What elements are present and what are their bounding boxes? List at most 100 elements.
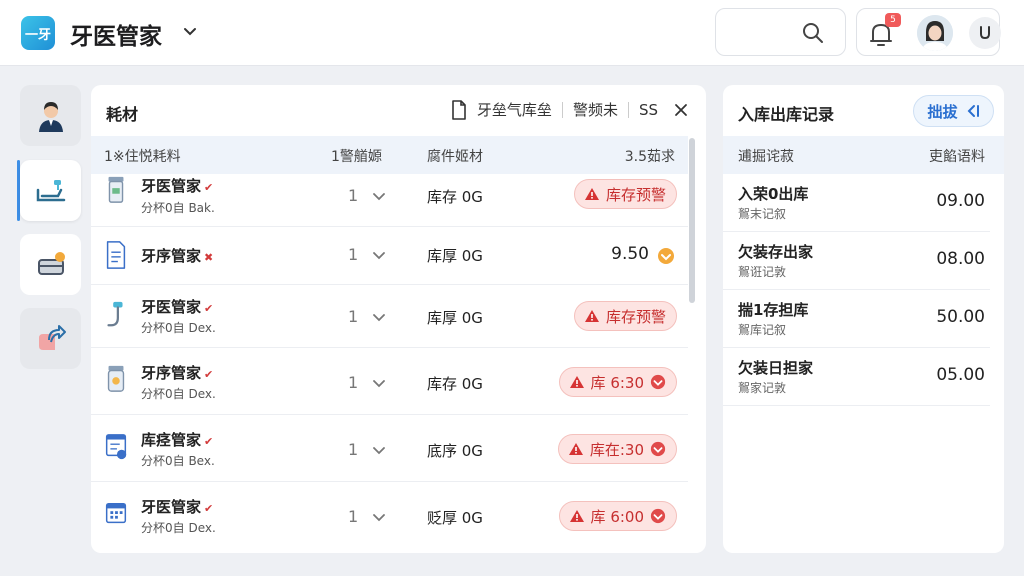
item-name: 牙医管家 ✔ bbox=[141, 496, 213, 517]
search-icon bbox=[803, 23, 823, 43]
chevron-down-icon[interactable] bbox=[372, 248, 386, 262]
status-text: 库存预警 bbox=[605, 185, 666, 204]
item-qty: 1 bbox=[348, 186, 359, 205]
chevron-down-icon[interactable] bbox=[372, 310, 386, 324]
patient-icon bbox=[38, 101, 63, 132]
table-header: 1※住悦耗料 1警艏嫄 腐件姬材 3.5茹求 bbox=[91, 136, 688, 174]
table-row[interactable]: 库痉管家 ✔ 分杯0自 Bex. 1 底序 0G 库在:30 bbox=[91, 415, 688, 482]
document-icon[interactable] bbox=[451, 99, 467, 120]
user-avatar[interactable] bbox=[917, 15, 953, 51]
consumables-panel: 耗材 牙垒气库垒 警频未 SS 1※住悦耗料 1警艏嫄 腐件姬材 3.5茹求 牙… bbox=[91, 85, 706, 553]
item-sub: 分杯0自 Dex. bbox=[141, 387, 216, 401]
nav-dental-chair[interactable] bbox=[20, 160, 81, 221]
column-header[interactable]: 1※住悦耗料 bbox=[104, 146, 181, 166]
item-sub: 分杯0自 Bak. bbox=[141, 201, 215, 215]
dental-chair-icon bbox=[36, 179, 65, 201]
warning-icon bbox=[568, 443, 583, 455]
avatar-image bbox=[917, 15, 953, 51]
checkmark-icon: ✔ bbox=[204, 302, 214, 315]
status-text: 库在:30 bbox=[589, 440, 644, 459]
column-header[interactable]: 1警艏嫄 bbox=[331, 146, 382, 166]
chevron-down-icon[interactable] bbox=[372, 443, 386, 457]
app-logo: 一牙 bbox=[21, 16, 55, 50]
record-sub: 鴽末记叙 bbox=[738, 207, 787, 221]
item-name-text: 牙医管家 bbox=[141, 498, 202, 516]
record-value: 50.00 bbox=[936, 307, 985, 327]
record-value: 09.00 bbox=[936, 191, 985, 211]
record-title: 欠装存出家 bbox=[738, 243, 814, 261]
column-header[interactable]: 腐件姬材 bbox=[427, 146, 483, 166]
close-icon[interactable] bbox=[674, 103, 688, 117]
item-name: 牙序管家 ✖ bbox=[141, 245, 213, 266]
item-stock: 库存 0G bbox=[427, 375, 483, 393]
item-name-text: 牙医管家 bbox=[141, 177, 202, 195]
user-menu-button[interactable] bbox=[969, 17, 1001, 49]
scrollbar[interactable] bbox=[689, 138, 695, 303]
status-badge[interactable]: 库在:30 bbox=[557, 434, 677, 464]
nav-patients[interactable] bbox=[20, 85, 81, 146]
item-qty: 1 bbox=[348, 507, 359, 526]
checkmark-icon: ✔ bbox=[204, 435, 214, 448]
item-name-text: 库痉管家 bbox=[141, 431, 202, 449]
record-row[interactable]: 欠装存出家 鴽诳记敦 08.00 bbox=[723, 232, 990, 290]
checkmark-icon: ✔ bbox=[204, 368, 214, 381]
toolbar-item-2[interactable]: 警频未 bbox=[573, 99, 618, 120]
status-badge[interactable]: 库存预警 bbox=[573, 301, 677, 331]
nav-transfer[interactable] bbox=[20, 308, 81, 369]
checkmark-icon: ✔ bbox=[204, 502, 214, 515]
record-sub: 鴽家记敦 bbox=[738, 381, 787, 395]
status-badge[interactable]: 库存预警 bbox=[573, 179, 677, 209]
table-row[interactable]: 牙序管家 ✔ 分杯0自 Dex. 1 库存 0G 库 6:30 bbox=[91, 348, 688, 415]
records-list: 入荣0出库 鴽末记叙 09.00 欠装存出家 鴽诳记敦 08.00 揣1存担库 … bbox=[723, 174, 1004, 406]
heart-badge-icon bbox=[658, 248, 674, 264]
user-icon bbox=[980, 26, 990, 40]
collapse-icon bbox=[967, 105, 979, 117]
chevron-down-icon[interactable] bbox=[372, 189, 386, 203]
records-panel: 入库出库记录 拙拔 逋掘诧菽 吏餡语料 入荣0出库 鴽末记叙 09.00 欠装存… bbox=[723, 85, 1004, 553]
item-sub: 分杯0自 Bex. bbox=[141, 454, 215, 468]
records-action-label: 拙拔 bbox=[927, 102, 958, 121]
record-title: 揣1存担库 bbox=[738, 301, 809, 319]
column-header[interactable]: 吏餡语料 bbox=[929, 146, 985, 166]
item-name: 牙医管家 ✔ bbox=[141, 296, 213, 317]
record-row[interactable]: 欠装日担家 鴽家记敦 05.00 bbox=[723, 348, 990, 406]
item-qty: 1 bbox=[348, 245, 359, 264]
item-stock: 库厚 0G bbox=[427, 309, 483, 327]
column-header[interactable]: 逋掘诧菽 bbox=[738, 146, 794, 166]
item-sub: 分杯0自 Dex. bbox=[141, 521, 216, 535]
warning-icon bbox=[584, 188, 599, 200]
records-action-button[interactable]: 拙拔 bbox=[913, 95, 994, 127]
status-badge[interactable]: 库 6:00 bbox=[558, 501, 677, 531]
record-row[interactable]: 揣1存担库 鴽库记叙 50.00 bbox=[723, 290, 990, 348]
chevron-down-icon[interactable] bbox=[181, 22, 199, 40]
status-text: 库 6:00 bbox=[590, 507, 644, 526]
table-row[interactable]: 牙医管家 ✔ 分杯0自 Dex. 1 贬厚 0G 库 6:00 bbox=[91, 482, 688, 549]
item-name-text: 牙序管家 bbox=[141, 364, 202, 382]
record-title: 入荣0出库 bbox=[738, 185, 809, 203]
toolbar-item-1[interactable]: 牙垒气库垒 bbox=[477, 99, 552, 120]
record-row[interactable]: 入荣0出库 鴽末记叙 09.00 bbox=[723, 174, 990, 232]
status-badge[interactable]: 库 6:30 bbox=[558, 367, 677, 397]
heart-badge-icon bbox=[650, 374, 666, 390]
consumables-list: 牙医管家 ✔ 分杯0自 Bak. 1 库存 0G 库存预警 牙序管家 ✖ 1 库厚 … bbox=[91, 174, 688, 549]
checkmark-icon: ✔ bbox=[204, 181, 214, 194]
table-row[interactable]: 牙序管家 ✖ 1 库厚 0G 9.50 bbox=[91, 227, 688, 285]
warning-icon bbox=[584, 310, 599, 322]
top-bar: 一牙 牙医管家 5 bbox=[0, 0, 1024, 66]
item-stock: 贬厚 0G bbox=[427, 509, 483, 527]
app-title[interactable]: 牙医管家 bbox=[70, 17, 162, 51]
chevron-down-icon[interactable] bbox=[372, 376, 386, 390]
panel-toolbar: 牙垒气库垒 警频未 SS bbox=[451, 99, 688, 120]
records-header: 逋掘诧菽 吏餡语料 bbox=[723, 136, 1004, 174]
table-row[interactable]: 牙医管家 ✔ 分杯0自 Dex. 1 库厚 0G 库存预警 bbox=[91, 285, 688, 348]
column-header[interactable]: 3.5茹求 bbox=[625, 146, 675, 166]
item-qty: 1 bbox=[348, 373, 359, 392]
item-sub: 分杯0自 Dex. bbox=[141, 321, 216, 335]
chevron-down-icon[interactable] bbox=[372, 510, 386, 524]
table-row[interactable]: 牙医管家 ✔ 分杯0自 Bak. 1 库存 0G 库存预警 bbox=[91, 174, 688, 227]
toolbar-item-3[interactable]: SS bbox=[639, 101, 658, 119]
nav-equipment[interactable] bbox=[20, 234, 81, 295]
status-text: 库 6:30 bbox=[590, 373, 644, 392]
search-button[interactable] bbox=[715, 8, 846, 56]
toothpaste-icon bbox=[108, 176, 124, 203]
